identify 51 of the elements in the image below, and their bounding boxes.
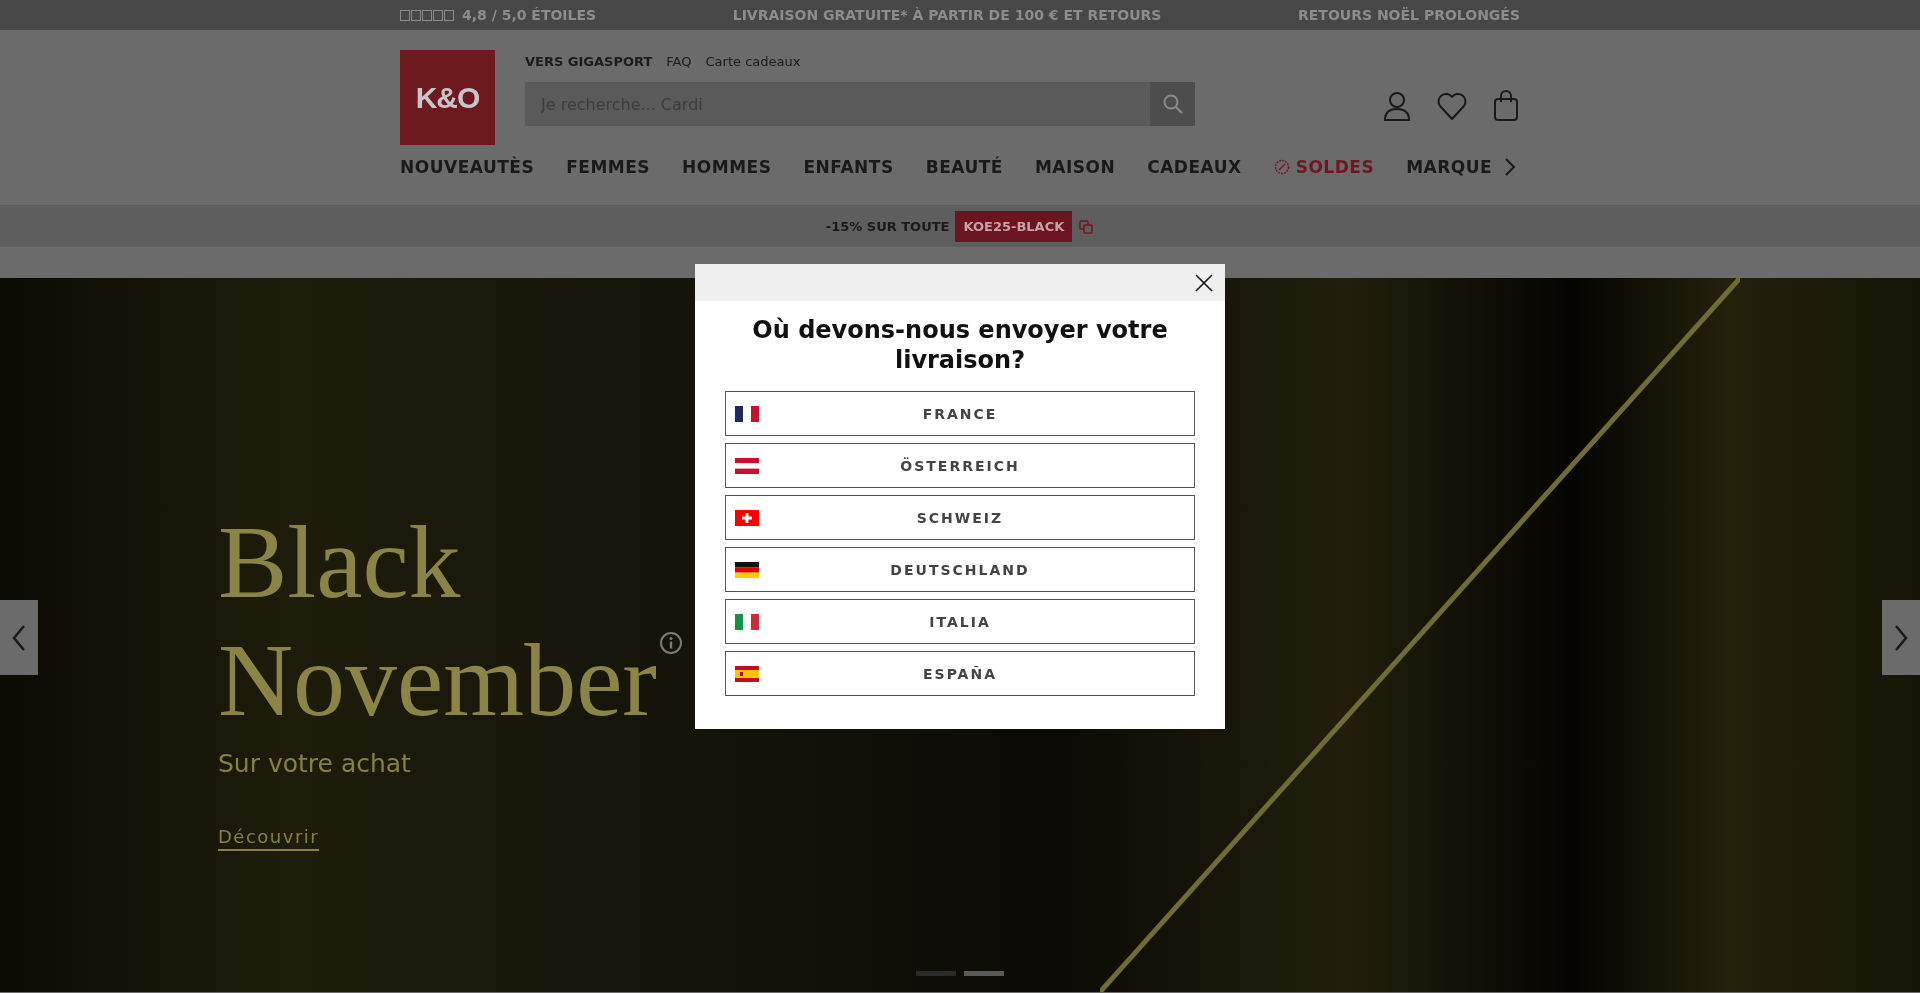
flag-icon [735,666,759,682]
country-button[interactable]: SCHWEIZ [725,495,1195,540]
promo-code: KOE25-BLACK [955,211,1073,242]
country-button[interactable]: ESPAÑA [725,651,1195,696]
announcement-text: LIVRAISON GRATUITE* À PARTIR DE 100 € ET RETOURS [732,7,1162,23]
announcement-text: RETOURS NOËL PROLONGÉS [1298,7,1520,23]
logo[interactable]: K&O [400,50,495,145]
shopping-bag-icon[interactable] [1492,90,1520,122]
promo-text: -15% SUR TOUTE [825,219,950,234]
dialog-title: Où devons-nous envoyer votre livraison? [751,315,1169,375]
rating-text: 4,8 / 5,0 ÉTOILES [462,7,597,23]
search-icon [1161,93,1184,115]
nav-link[interactable]: SOLDES [1273,157,1375,177]
header-link[interactable]: FAQ [666,54,692,82]
chevron-left-icon [11,623,27,652]
chevron-right-icon [1893,623,1909,652]
country-button[interactable]: ÖSTERREICH [725,443,1195,488]
header-link[interactable]: Carte cadeaux [705,54,801,82]
header-link[interactable]: VERS GIGASPORT [525,54,653,82]
close-button[interactable] [1195,273,1213,292]
nav-link[interactable]: BEAUTÉ [925,157,1003,177]
rating-boxes-icon [400,9,456,21]
percent-badge-icon [1273,159,1290,175]
flag-icon [735,406,759,422]
flag-icon [735,458,759,474]
previous-slide-button[interactable] [0,600,38,675]
flag-icon [735,614,759,630]
country-button[interactable]: FRANCE [725,391,1195,436]
chevron-right-icon[interactable] [1504,157,1517,177]
hero-title: Black [218,503,461,621]
nav-link[interactable]: ENFANTS [803,157,894,177]
search-button[interactable] [1150,82,1195,126]
flag-icon [735,562,759,578]
user-icon[interactable] [1382,90,1412,122]
hero-subtitle: Sur votre achat [218,749,412,778]
country-button[interactable]: ITALIA [725,599,1195,644]
nav-link[interactable]: CADEAUX [1147,157,1242,177]
next-slide-button[interactable] [1882,600,1920,675]
heart-icon[interactable] [1436,91,1468,121]
info-icon[interactable] [658,631,683,655]
nav-link[interactable]: MARQUE [1406,157,1493,177]
discover-link[interactable]: Découvrir [218,826,320,851]
flag-icon [735,510,759,526]
close-icon [1195,273,1213,292]
hero-title: November [218,621,657,739]
nav-link[interactable]: FEMMES [566,157,651,177]
nav-link[interactable]: HOMMES [682,157,772,177]
country-button[interactable]: DEUTSCHLAND [725,547,1195,592]
copy-icon[interactable] [1078,218,1095,235]
nav-link[interactable]: MAISON [1034,157,1116,177]
nav-link[interactable]: NOUVEAUTÈS [400,157,535,177]
